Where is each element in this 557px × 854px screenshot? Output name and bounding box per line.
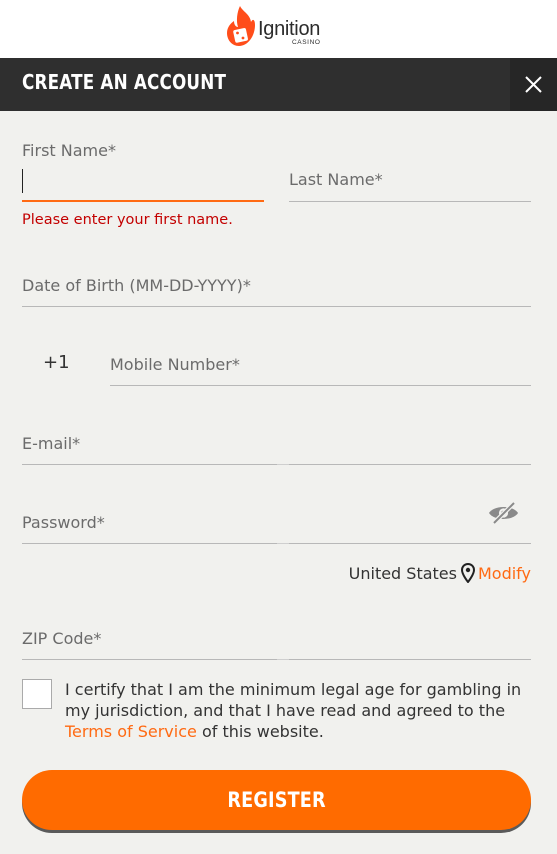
email-input[interactable]	[22, 430, 531, 464]
mobile-input[interactable]	[110, 351, 531, 385]
certify-text-before: I certify that I am the minimum legal ag…	[65, 680, 522, 720]
email-field[interactable]: E-mail*	[22, 429, 531, 465]
brand-name: Ignition	[258, 18, 321, 40]
text-cursor	[22, 169, 23, 193]
dob-input[interactable]	[22, 272, 531, 306]
phone-prefix: +1	[43, 352, 70, 373]
password-field[interactable]: Password*	[22, 508, 531, 544]
modify-location-link[interactable]: Modify	[478, 564, 531, 583]
brand-subtitle: CASINO	[292, 39, 321, 46]
register-button[interactable]: REGISTER	[22, 770, 531, 830]
first-name-field[interactable]	[22, 166, 264, 202]
certify-text: I certify that I am the minimum legal ag…	[65, 679, 535, 742]
location-country: United States	[348, 563, 457, 583]
last-name-input[interactable]	[289, 167, 531, 201]
top-bar: Ignition CASINO	[0, 0, 557, 58]
register-button-label: REGISTER	[227, 788, 326, 812]
field-divider-mark	[277, 659, 289, 660]
map-pin-icon	[460, 563, 475, 583]
modal-header: CREATE AN ACCOUNT	[0, 58, 557, 111]
terms-of-service-link[interactable]: Terms of Service	[65, 722, 197, 741]
field-divider-mark	[277, 543, 289, 544]
password-input[interactable]	[22, 509, 531, 543]
age-terms-checkbox[interactable]	[22, 679, 52, 709]
zip-field[interactable]: ZIP Code*	[22, 624, 531, 660]
mobile-field[interactable]: Mobile Number*	[110, 350, 531, 386]
dob-field[interactable]: Date of Birth (MM-DD-YYYY)*	[22, 271, 531, 307]
field-divider-mark	[277, 464, 289, 465]
first-name-error: Please enter your first name.	[22, 212, 233, 228]
eye-slash-icon[interactable]	[487, 501, 520, 525]
brand-logo[interactable]: Ignition CASINO	[226, 5, 336, 49]
zip-input[interactable]	[22, 625, 531, 659]
page-title: CREATE AN ACCOUNT	[22, 70, 227, 94]
location-row: United States Modify	[349, 563, 531, 583]
certify-text-after: of this website.	[201, 722, 324, 741]
close-icon	[525, 76, 542, 93]
first-name-input[interactable]	[22, 166, 264, 200]
first-name-label: First Name*	[22, 141, 116, 160]
close-button[interactable]	[510, 58, 557, 111]
flame-dice-icon	[227, 6, 255, 46]
last-name-field[interactable]: Last Name*	[289, 166, 531, 202]
